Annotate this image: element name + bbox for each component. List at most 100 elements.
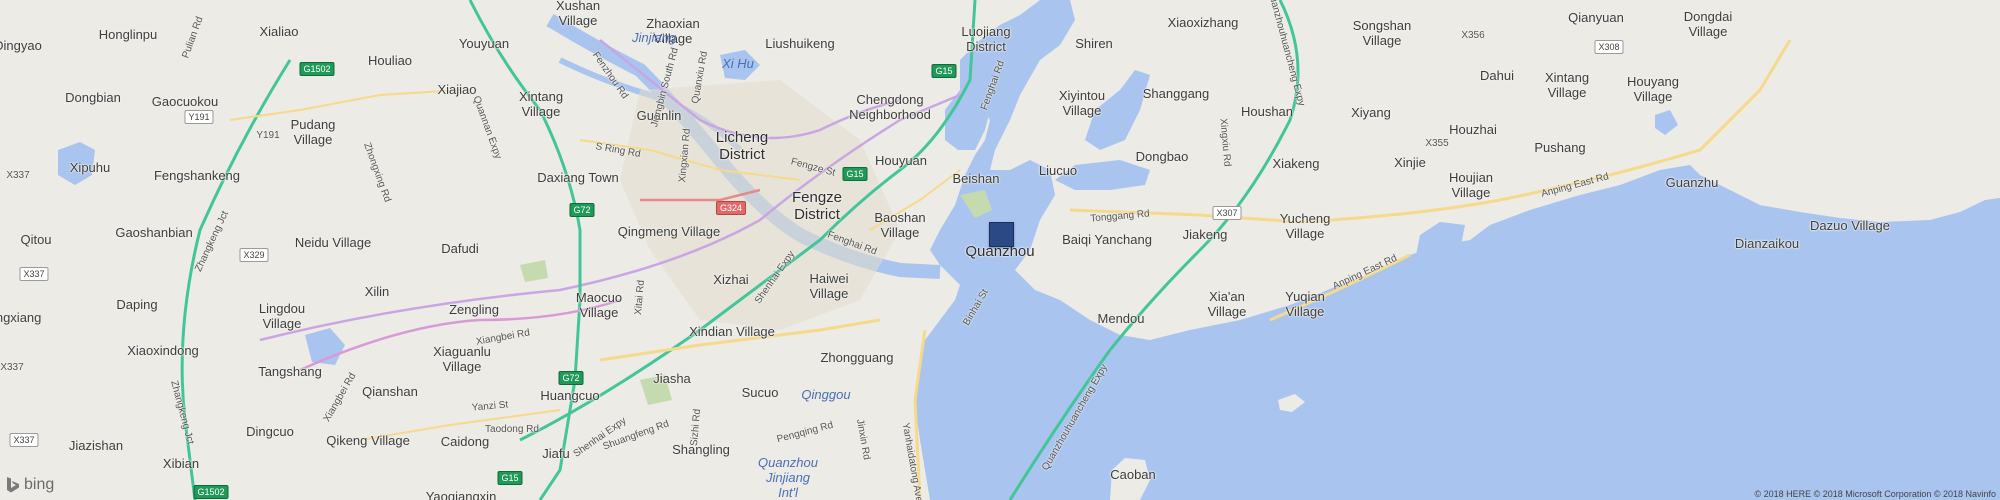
map-label-xushan-village: Xushan Village (555, 0, 601, 28)
map-label-jiafu: Jiafu (542, 446, 570, 461)
map-label-yuqian-village: Yuqian Village (1285, 289, 1325, 319)
map-label-xiaoxindong: Xiaoxindong (127, 343, 199, 358)
map-label-qinggou: Qinggou (801, 387, 851, 402)
park (520, 260, 548, 282)
map-label-songshan-village: Songshan Village (1352, 18, 1412, 48)
map-label-dingcuo: Dingcuo (246, 424, 294, 439)
map-label-zengling: Zengling (449, 302, 499, 317)
location-marker-icon[interactable] (989, 222, 1014, 247)
map-label-xiyang: Xiyang (1351, 105, 1391, 120)
map-label-dazuo-village: Dazuo Village (1810, 218, 1890, 233)
map-label-xiaoxizhang: Xiaoxizhang (1167, 15, 1239, 30)
map-label-guanzhu: Guanzhu (1665, 175, 1719, 190)
map-label-luojiang-district: Luojiang District (961, 24, 1011, 54)
map-label-qianshan: Qianshan (362, 384, 418, 399)
map-label-maocuo-village: Maocuo Village (575, 290, 623, 320)
route-shield-y191: Y191 (184, 110, 214, 124)
map-label-xiyintou-village: Xiyintou Village (1058, 88, 1106, 118)
map-label-licheng-district: Licheng District (715, 129, 769, 163)
map-label-youyuan: Youyuan (458, 36, 510, 51)
map-label-daxiang-town: Daxiang Town (537, 170, 619, 185)
map-label-dahui: Dahui (1480, 68, 1514, 83)
road-label-taodong-rd: Taodong Rd (485, 424, 539, 435)
route-shield-g15-south: G15 (497, 471, 523, 485)
map-label-xiaan-village: Xia'an Village (1207, 289, 1247, 319)
map-label-dongbao: Dongbao (1135, 149, 1189, 164)
map-label-pudang-village: Pudang Village (290, 117, 336, 147)
bing-b-icon (7, 477, 19, 493)
map-label-zhongguang: Zhongguang (820, 350, 894, 365)
map-label-houyang-village: Houyang Village (1626, 74, 1680, 104)
map-label-dianzaikou: Dianzaikou (1734, 236, 1800, 251)
route-shield-x355: X355 (1425, 138, 1449, 149)
map-label-liushuikeng: Liushuikeng (765, 36, 835, 51)
map-label-beishan: Beishan (952, 171, 1000, 186)
route-shield-g1502-top: G1502 (299, 62, 335, 76)
lake-dongdai (1655, 110, 1678, 135)
map-label-dongdai-village: Dongdai Village (1683, 9, 1733, 39)
map-label-jinjiang-river: Jinjiang (631, 30, 677, 45)
map-label-qianyuan: Qianyuan (1568, 10, 1624, 25)
map-label-xipuhu: Xipuhu (69, 160, 111, 175)
map-label-yucheng-village: Yucheng Village (1279, 211, 1331, 241)
map-label-quanzhou-airport: QuanzhouJinjiangInt'lAirport (758, 455, 818, 500)
map-label-xiajiao: Xiajiao (437, 82, 477, 97)
map-label-xibian: Xibian (162, 456, 200, 471)
map-label-neidu-village: Neidu Village (294, 235, 372, 250)
map-label-houzhai: Houzhai (1449, 122, 1497, 137)
map-label-jiangxiang: angxiang (0, 310, 42, 325)
map-label-daping: Daping (116, 297, 158, 312)
route-shield-x329: X329 (239, 248, 269, 262)
map-label-houshan: Houshan (1240, 104, 1294, 119)
bing-logo[interactable]: bing (6, 476, 54, 494)
map-label-tangshang: Tangshang (258, 364, 322, 379)
map-label-baoshan-village: Baoshan Village (874, 210, 926, 240)
route-shield-g15-north: G15 (931, 64, 957, 78)
map-label-honglinpu: Honglinpu (98, 27, 158, 42)
map-label-qitou: Qitou (20, 232, 52, 247)
map-label-xindian-village: Xindian Village (689, 324, 775, 339)
map-label-fengze-district: Fengze District (791, 189, 843, 223)
route-shield-x308: X308 (1594, 40, 1624, 54)
route-shield-x307: X307 (1212, 206, 1242, 220)
map-label-jiazishan: Jiazishan (68, 438, 124, 453)
route-shield-y191-label: Y191 (256, 130, 280, 141)
map-label-dingyao: Dingyao (0, 38, 42, 53)
map-label-xizhai: Xizhai (713, 272, 749, 287)
map-label-liucuo: Liucuo (1038, 163, 1078, 178)
map-label-lingdou-village: Lingdou Village (258, 301, 306, 331)
map-label-haiwei-village: Haiwei Village (809, 271, 849, 301)
map-label-gaoshanbian: Gaoshanbian (115, 225, 193, 240)
map-label-qikeng-village: Qikeng Village (326, 433, 410, 448)
route-shield-x337-c: X337 (9, 433, 39, 447)
map-label-xintang-village: Xintang Village (518, 89, 564, 119)
road-label-xitai-rd: Xitai Rd (632, 279, 648, 316)
route-shield-g324: G324 (715, 201, 747, 215)
map-label-baiqi-yanchang: Baiqi Yanchang (1062, 232, 1152, 247)
route-shield-x356: X356 (1461, 30, 1485, 41)
bing-logo-text: bing (24, 476, 55, 493)
map-label-xi-hu: Xi Hu (722, 56, 754, 71)
map-label-xialiao: Xialiao (259, 24, 299, 39)
map-label-gaocuokou: Gaocuokou (151, 94, 219, 109)
map-label-chengdong-neighborhood: Chengdong Neighborhood (849, 92, 931, 122)
map-label-caidong: Caidong (440, 434, 490, 449)
route-shield-g72-south: G72 (558, 371, 584, 385)
route-shield-g15-mid: G15 (842, 167, 868, 181)
route-shield-g72-north: G72 (569, 203, 595, 217)
map-label-shanggang: Shanggang (1142, 86, 1210, 101)
map-label-dafudi: Dafudi (441, 241, 479, 256)
route-shield-x337-b: X337 (19, 267, 49, 281)
map-label-xintang-village-2: Xintang Village (1544, 70, 1590, 100)
map-label-mendou: Mendou (1097, 311, 1145, 326)
map-canvas[interactable]: Honglinpu Xialiao Youyuan Xushan Village Zhao… (0, 0, 2000, 500)
map-label-jiasha: Jiasha (653, 371, 691, 386)
map-label-dongbian: Dongbian (65, 90, 121, 105)
route-shield-x337-d: X337 (0, 362, 24, 373)
map-label-jiakeng: Jiakeng (1182, 227, 1228, 242)
route-shield-x337-a: X337 (6, 170, 30, 181)
map-label-caoban: Caoban (1110, 467, 1156, 482)
map-label-xinjie: Xinjie (1394, 155, 1426, 170)
copyright-notice: © 2018 HERE © 2018 Microsoft Corporation… (1754, 489, 1996, 499)
route-shield-g1502-bottom: G1502 (193, 485, 229, 499)
